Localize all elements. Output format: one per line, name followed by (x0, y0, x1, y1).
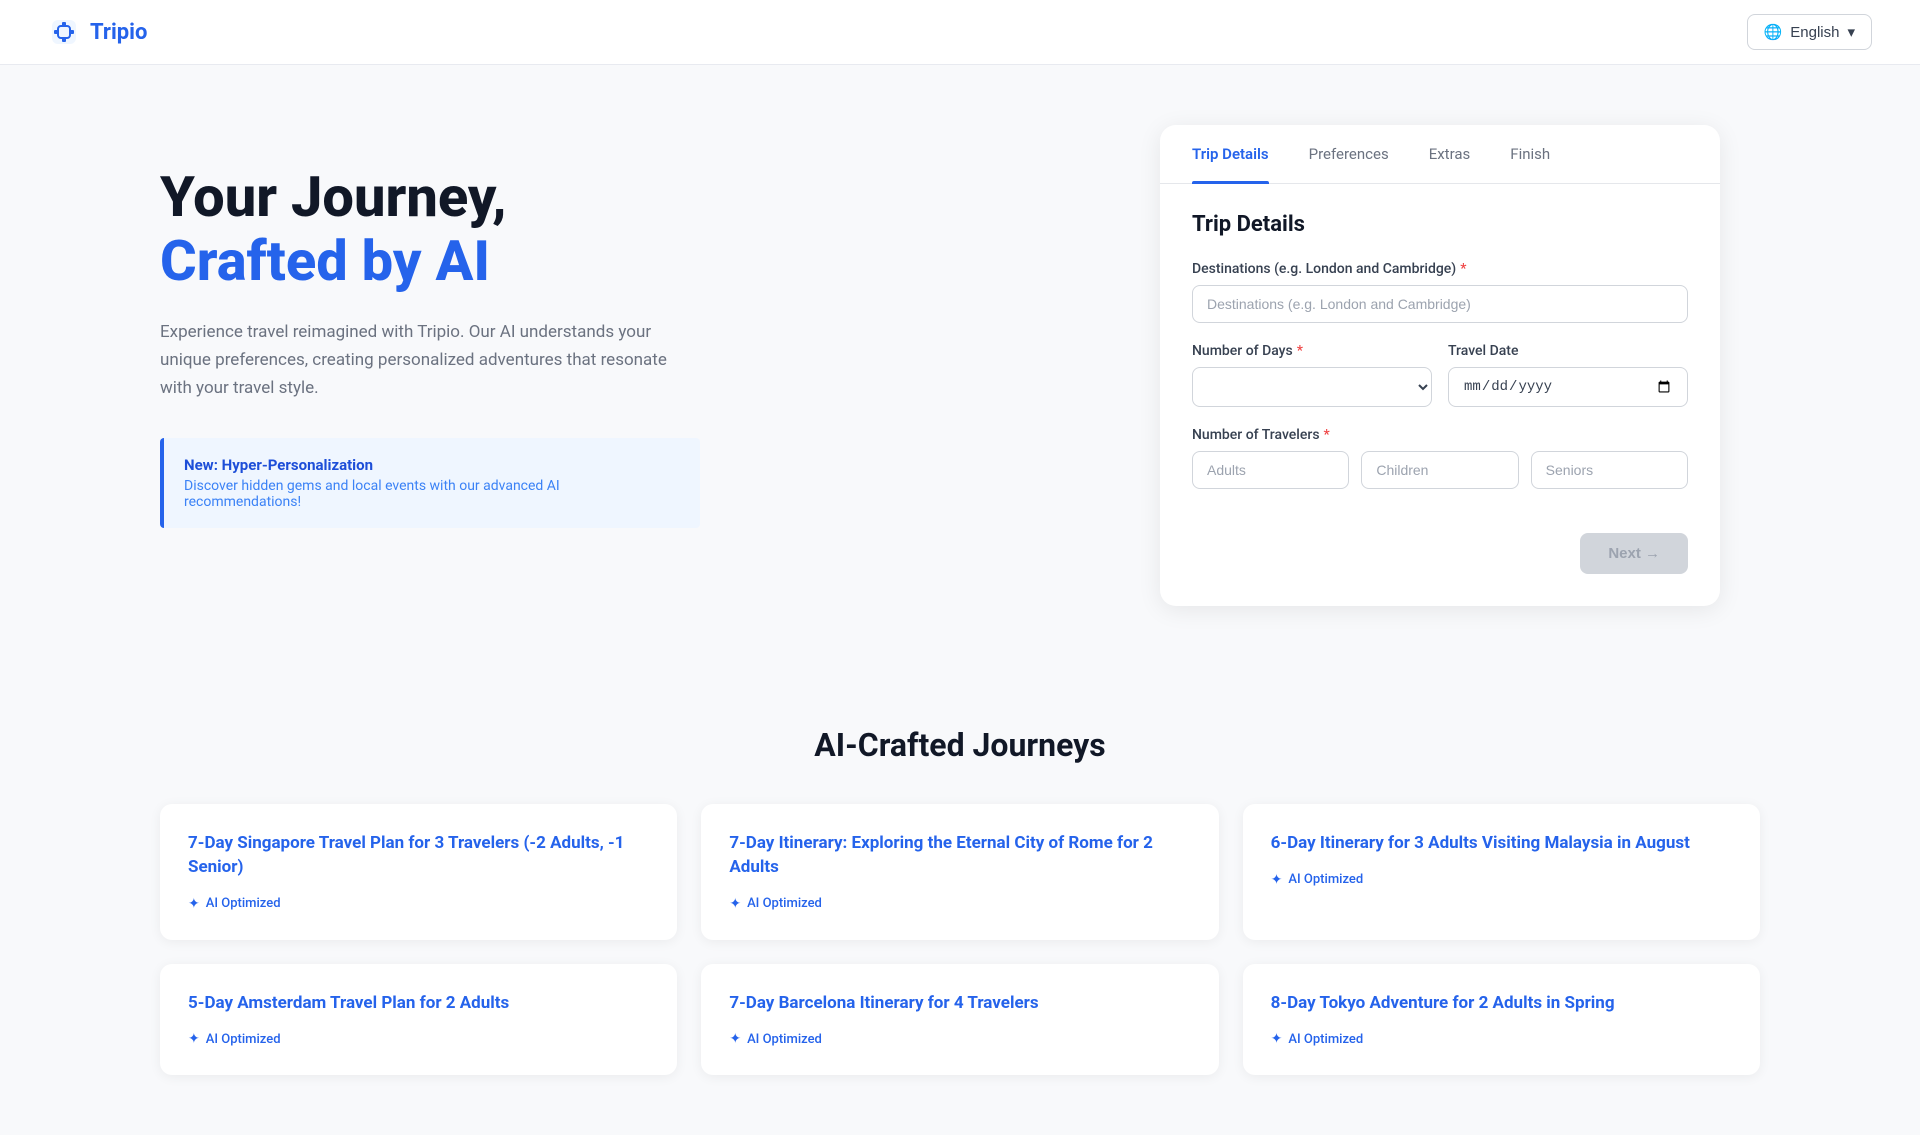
journey-card: 7-Day Singapore Travel Plan for 3 Travel… (160, 804, 677, 940)
ai-badge-label: AI Optimized (206, 1032, 281, 1047)
ai-badge: ✦ AI Optimized (1271, 872, 1732, 888)
trip-form-card: Trip Details Preferences Extras Finish T… (1160, 125, 1720, 606)
main-content: Your Journey, Crafted by AI Experience t… (0, 65, 1920, 666)
destinations-label: Destinations (e.g. London and Cambridge)… (1192, 261, 1688, 277)
ai-star-icon: ✦ (1271, 872, 1283, 888)
days-date-row: Number of Days * 1 2 3 4 5 6 7 8 9 (1192, 343, 1688, 427)
journey-card: 8-Day Tokyo Adventure for 2 Adults in Sp… (1243, 964, 1760, 1076)
form-tabs: Trip Details Preferences Extras Finish (1160, 125, 1720, 184)
form-content: Trip Details Destinations (e.g. London a… (1160, 184, 1720, 489)
destinations-group: Destinations (e.g. London and Cambridge)… (1192, 261, 1688, 323)
num-days-label: Number of Days * (1192, 343, 1432, 359)
journeys-title: AI-Crafted Journeys (160, 726, 1760, 764)
form-section-title: Trip Details (1192, 212, 1688, 237)
required-star: * (1460, 261, 1466, 277)
journey-card: 5-Day Amsterdam Travel Plan for 2 Adults… (160, 964, 677, 1076)
promo-description: Discover hidden gems and local events wi… (184, 478, 680, 510)
ai-badge-label: AI Optimized (1288, 872, 1363, 887)
ai-star-icon: ✦ (188, 896, 200, 912)
adults-input[interactable] (1192, 451, 1349, 489)
hero-title-line1: Your Journey, (160, 164, 507, 230)
ai-star-icon: ✦ (729, 896, 741, 912)
required-star-days: * (1297, 343, 1303, 359)
logo[interactable]: Tripio (48, 16, 147, 48)
promo-title: New: Hyper-Personalization (184, 456, 680, 474)
logo-icon (48, 16, 80, 48)
journey-card: 6-Day Itinerary for 3 Adults Visiting Ma… (1243, 804, 1760, 940)
journey-card-title: 7-Day Singapore Travel Plan for 3 Travel… (188, 832, 649, 880)
travelers-inputs (1192, 451, 1688, 489)
ai-star-icon: ✦ (188, 1031, 200, 1047)
ai-badge: ✦ AI Optimized (729, 1031, 1190, 1047)
next-button-label: Next → (1608, 545, 1660, 562)
travel-date-label: Travel Date (1448, 343, 1688, 359)
ai-badge: ✦ AI Optimized (188, 1031, 649, 1047)
travel-date-input[interactable] (1448, 367, 1688, 407)
header: Tripio 🌐 English ▾ (0, 0, 1920, 65)
journey-card-title: 6-Day Itinerary for 3 Adults Visiting Ma… (1271, 832, 1732, 856)
num-days-group: Number of Days * 1 2 3 4 5 6 7 8 9 (1192, 343, 1432, 407)
ai-badge: ✦ AI Optimized (729, 896, 1190, 912)
hero-section: Your Journey, Crafted by AI Experience t… (160, 125, 1080, 528)
journeys-grid: 7-Day Singapore Travel Plan for 3 Travel… (160, 804, 1760, 1075)
tab-extras[interactable]: Extras (1429, 125, 1471, 183)
journey-card: 7-Day Itinerary: Exploring the Eternal C… (701, 804, 1218, 940)
tab-finish[interactable]: Finish (1510, 125, 1550, 183)
journey-card-title: 5-Day Amsterdam Travel Plan for 2 Adults (188, 992, 649, 1016)
destinations-input[interactable] (1192, 285, 1688, 323)
children-input[interactable] (1361, 451, 1518, 489)
promo-banner: New: Hyper-Personalization Discover hidd… (160, 438, 700, 528)
ai-badge-label: AI Optimized (747, 1032, 822, 1047)
ai-star-icon: ✦ (1271, 1031, 1283, 1047)
num-days-select[interactable]: 1 2 3 4 5 6 7 8 9 10 14 (1192, 367, 1432, 407)
seniors-input[interactable] (1531, 451, 1688, 489)
hero-title-line2: Crafted by AI (160, 228, 490, 294)
travelers-label: Number of Travelers * (1192, 427, 1688, 443)
ai-badge-label: AI Optimized (206, 896, 281, 911)
tab-preferences[interactable]: Preferences (1309, 125, 1389, 183)
tab-trip-details[interactable]: Trip Details (1192, 125, 1269, 183)
required-star-travelers: * (1324, 427, 1330, 443)
hero-title: Your Journey, Crafted by AI (160, 165, 1080, 294)
travel-date-group: Travel Date (1448, 343, 1688, 407)
ai-badge: ✦ AI Optimized (1271, 1031, 1732, 1047)
journeys-section: AI-Crafted Journeys 7-Day Singapore Trav… (0, 666, 1920, 1135)
journey-card-title: 7-Day Itinerary: Exploring the Eternal C… (729, 832, 1190, 880)
logo-text: Tripio (90, 20, 147, 45)
language-button[interactable]: 🌐 English ▾ (1747, 14, 1872, 50)
lang-label: English (1790, 24, 1839, 41)
journey-card-title: 7-Day Barcelona Itinerary for 4 Traveler… (729, 992, 1190, 1016)
globe-icon: 🌐 (1764, 23, 1783, 41)
chevron-down-icon: ▾ (1847, 23, 1855, 41)
ai-badge-label: AI Optimized (1288, 1032, 1363, 1047)
hero-description: Experience travel reimagined with Tripio… (160, 318, 680, 402)
next-button[interactable]: Next → (1580, 533, 1688, 574)
ai-badge-label: AI Optimized (747, 896, 822, 911)
journey-card: 7-Day Barcelona Itinerary for 4 Traveler… (701, 964, 1218, 1076)
ai-star-icon: ✦ (729, 1031, 741, 1047)
travelers-group: Number of Travelers * (1192, 427, 1688, 489)
journey-card-title: 8-Day Tokyo Adventure for 2 Adults in Sp… (1271, 992, 1732, 1016)
ai-badge: ✦ AI Optimized (188, 896, 649, 912)
